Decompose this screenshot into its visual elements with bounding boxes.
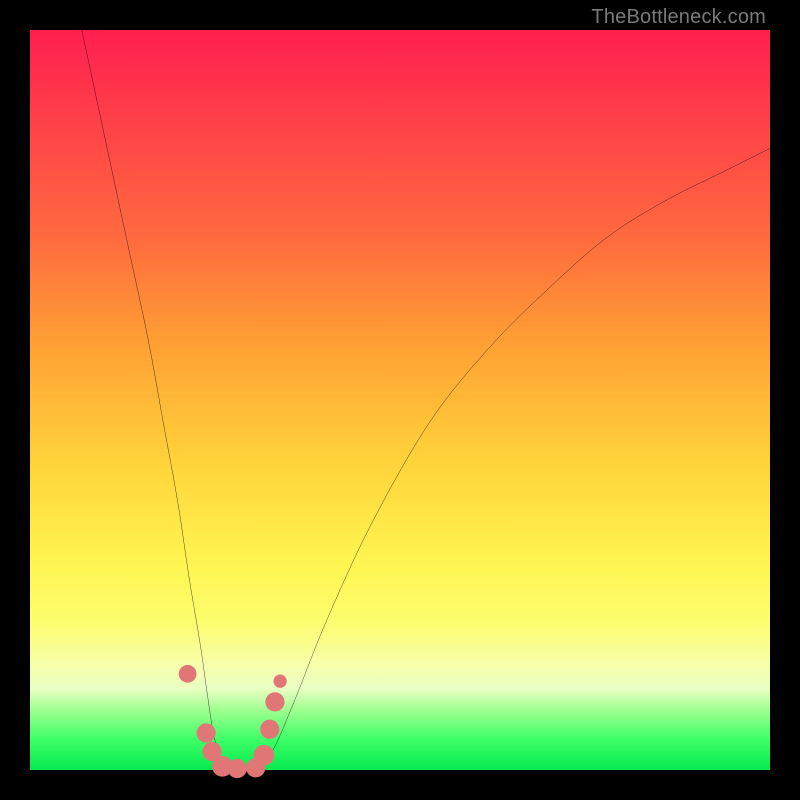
- marker-dot: [253, 745, 274, 766]
- marker-dot: [265, 692, 284, 711]
- marker-dot: [179, 665, 197, 683]
- chart-frame: TheBottleneck.com: [0, 0, 800, 800]
- marker-dot: [260, 720, 279, 739]
- marker-dot: [228, 759, 247, 778]
- chart-svg: [30, 30, 770, 770]
- plot-area: [30, 30, 770, 770]
- marker-dot: [273, 675, 286, 688]
- bottleneck-curve-path: [82, 30, 770, 770]
- watermark-text: TheBottleneck.com: [591, 6, 766, 29]
- marker-dot: [197, 723, 216, 742]
- curve-layer: [82, 30, 770, 770]
- curve-markers: [179, 665, 287, 778]
